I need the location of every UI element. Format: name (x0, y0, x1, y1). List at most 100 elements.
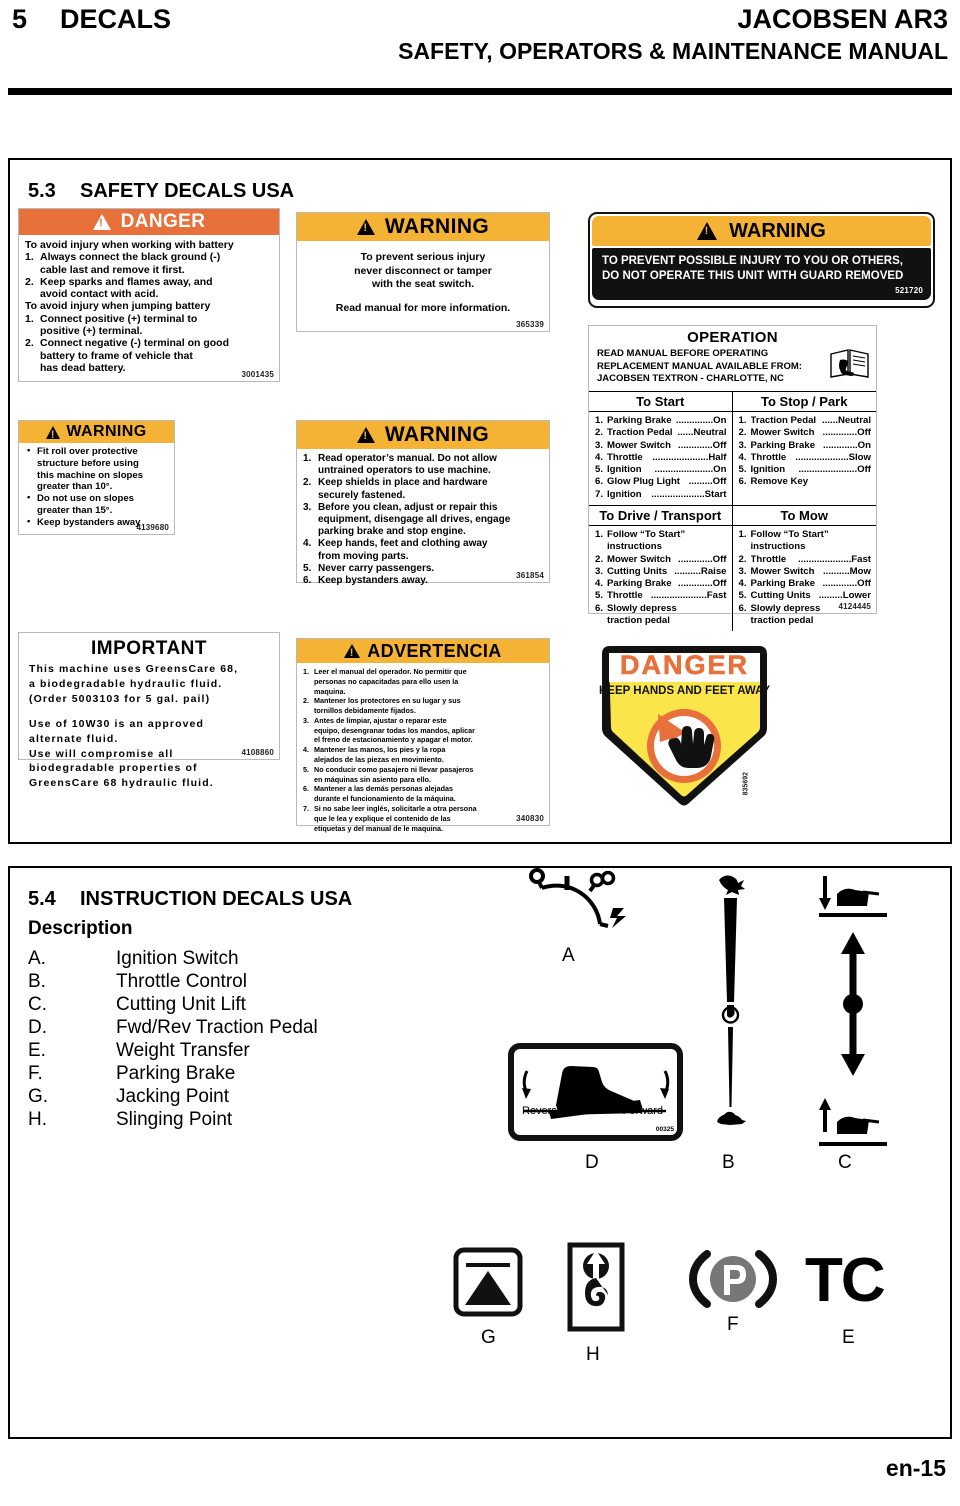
op-step: 5. Ignition...................... On (595, 464, 727, 476)
line: Before you clean, adjust or repair this (318, 501, 498, 513)
warning-triangle-icon (356, 427, 375, 443)
operation-table-top: To Start 1. Parking Brake.............. On… (589, 391, 877, 506)
decal-advertencia-body: 1. Leer el manual del operador. No permi… (297, 663, 549, 833)
list-number: 1. (25, 251, 34, 264)
decal-part-number: 340830 (516, 814, 544, 823)
decal-keep-hands-away-danger: DANGER KEEP HANDS AND FEET AWAY 835692 (592, 640, 777, 812)
chapter-title: DECALS (60, 4, 172, 34)
decal-band-danger: DANGER (19, 209, 279, 235)
op-step: 4. Throttle..................... Half (595, 451, 727, 463)
warning-triangle-icon (697, 222, 718, 240)
line: Mantener a las demás personas alejadas (314, 784, 454, 794)
battery-item-1: 1. Always connect the black ground (-) c… (25, 251, 273, 276)
line: Connect negative (-) terminal on good (40, 337, 230, 350)
op-step: 2. Mower Switch............. Off (738, 427, 872, 439)
line: from moving parts. (318, 550, 409, 562)
decal-guard-removed-warning: WARNING TO PREVENT POSSIBLE INJURY TO YO… (588, 212, 935, 308)
decal-band-label: WARNING (384, 215, 490, 238)
decal-battery-danger: DANGER To avoid injury when working with… (18, 208, 280, 382)
decal-part-number: 4139680 (136, 523, 169, 532)
header-divider (8, 88, 952, 95)
list-item: 3. Before you clean, adjust or repair th… (303, 502, 543, 539)
line: Keep hands, feet and clothing away (318, 538, 488, 550)
op-step-cont: traction pedal (607, 614, 670, 626)
decal-band-label: WARNING (729, 219, 826, 242)
op-step: 3. Cutting Units.......... Raise (595, 565, 727, 577)
list-item: Fit roll over protective structure befor… (25, 445, 168, 493)
line: This machine uses GreensCare 68, (29, 663, 239, 675)
decal-general-warning: WARNING 1. Read operator’s manual. Do no… (296, 420, 550, 586)
seat-read-manual-line: Read manual for more information. (335, 301, 511, 314)
list-item: 2. Keep shields in place and hardware se… (303, 477, 543, 501)
decal-part-number: 00325 (655, 1126, 674, 1133)
op-step: 1. Follow “To Start” (595, 529, 686, 541)
decal-seat-body: To prevent serious injury never disconne… (297, 241, 549, 318)
op-step: 1. Traction Pedal...... Neutral (738, 415, 872, 427)
decal-band-warning: WARNING (297, 421, 549, 449)
line: Keep sparks and flames away, and (40, 275, 213, 288)
section-5-3-title: SAFETY DECALS USA (80, 180, 295, 202)
section-5-3-number: 5.3 (28, 180, 56, 202)
list-item: F. Parking Brake (28, 1062, 236, 1084)
line: Leer el manual del operador. No permitir… (314, 667, 467, 676)
decal-band-warning: WARNING (19, 421, 174, 443)
decal-band-warning: ADVERTENCIA (297, 639, 549, 663)
decal-guard-message: TO PREVENT POSSIBLE INJURY TO YOU OR OTH… (592, 248, 931, 300)
list-item: 1. Read operator’s manual. Do not allow … (303, 453, 543, 477)
op-step: 6. Slowly depress (595, 602, 677, 614)
decal-general-warning-body: 1. Read operator’s manual. Do not allow … (297, 449, 549, 589)
line: To prevent serious injury (360, 251, 486, 263)
line: has dead battery. (40, 361, 126, 374)
battery-jump-item-1: 1. Connect positive (+) terminal to posi… (25, 313, 273, 338)
line: Mantener los protectores en su lugar y s… (314, 696, 461, 706)
icon-callout-b: B (722, 1152, 735, 1173)
decal-band-warning: WARNING (297, 213, 549, 241)
list-item: 1. Leer el manual del operador. No permi… (303, 667, 543, 696)
line: Always connect the black ground (-) (40, 251, 221, 264)
decal-part-number: 361854 (516, 571, 544, 580)
line: No conducir como pasajero ni llevar pasa… (314, 764, 474, 774)
operation-table-start: To Start 1. Parking Brake.............. On… (589, 392, 733, 506)
operation-table-stop-park: To Stop / Park 1. Traction Pedal...... Neu… (732, 392, 877, 505)
line: Si no sabe leer inglés, solicitarle a ot… (314, 803, 477, 813)
list-item: 5. Never carry passengers. (303, 563, 543, 575)
decal-band-warning: WARNING (592, 216, 931, 246)
warning-triangle-icon (46, 425, 61, 441)
line: DO NOT OPERATE THIS UNIT WITH GUARD REMO… (602, 270, 904, 283)
icon-callout-h: H (586, 1344, 600, 1365)
operation-steps: 1. Traction Pedal...... Neutral 2. Mower Sw… (733, 412, 877, 504)
op-step: 3. Mower Switch.......... Mow (738, 565, 872, 577)
line: equipment, disengage all drives, engage (318, 513, 511, 525)
traction-pedal-decal: Reverse Forward 00325 (508, 1043, 683, 1141)
line: equipo, desengranar todas los mandos, ap… (314, 725, 475, 735)
list-item: H. Slinging Point (28, 1108, 233, 1130)
list-item: G. Jacking Point (28, 1085, 230, 1107)
op-step: 5. Cutting Units......... Lower (738, 590, 872, 602)
operation-steps: 1. Follow “To Start” instructions 2. Mower… (589, 526, 732, 631)
op-step: 6. Remove Key (738, 476, 809, 488)
line: parking brake and stop engine. (318, 526, 466, 538)
op-step-cont: instructions (750, 541, 806, 553)
list-item: E. Weight Transfer (28, 1039, 250, 1061)
list-item: Do not use on slopes greater than 15°. (25, 492, 168, 517)
page-header: 5 DECALS JACOBSEN AR3 SAFETY, OPERATORS … (0, 0, 960, 96)
operation-title: OPERATION (687, 329, 778, 346)
list-number: 2. (25, 337, 34, 350)
line: Fit roll over protective (37, 446, 138, 457)
line: que le lea y explique el contenido de la… (314, 813, 451, 823)
icon-callout-e: E (842, 1327, 855, 1348)
line: biodegradable properties of (29, 762, 198, 775)
decal-part-number: 835692 (742, 772, 749, 796)
line: TO PREVENT POSSIBLE INJURY TO YOU OR OTH… (602, 255, 903, 267)
slinging-point-icon (567, 1242, 625, 1332)
line: el freno de estacionamiento y apagar el … (314, 735, 473, 745)
operation-table-bottom: To Drive / Transport 1. Follow “To Start”… (589, 505, 876, 632)
icon-callout-a: A (562, 945, 575, 966)
op-step-cont: instructions (607, 541, 662, 553)
instruction-description-list: A. Ignition Switch B. Throttle Control C. C… (28, 948, 318, 1132)
list-item: 6. Keep bystanders away. (303, 575, 543, 587)
jacking-point-icon (453, 1247, 523, 1317)
line: Connect positive (+) terminal to (40, 312, 198, 325)
battery-jump-item-2: 2. Connect negative (-) terminal on good… (25, 337, 273, 374)
line: (Order 5003103 for 5 gal. pail) (29, 692, 211, 705)
